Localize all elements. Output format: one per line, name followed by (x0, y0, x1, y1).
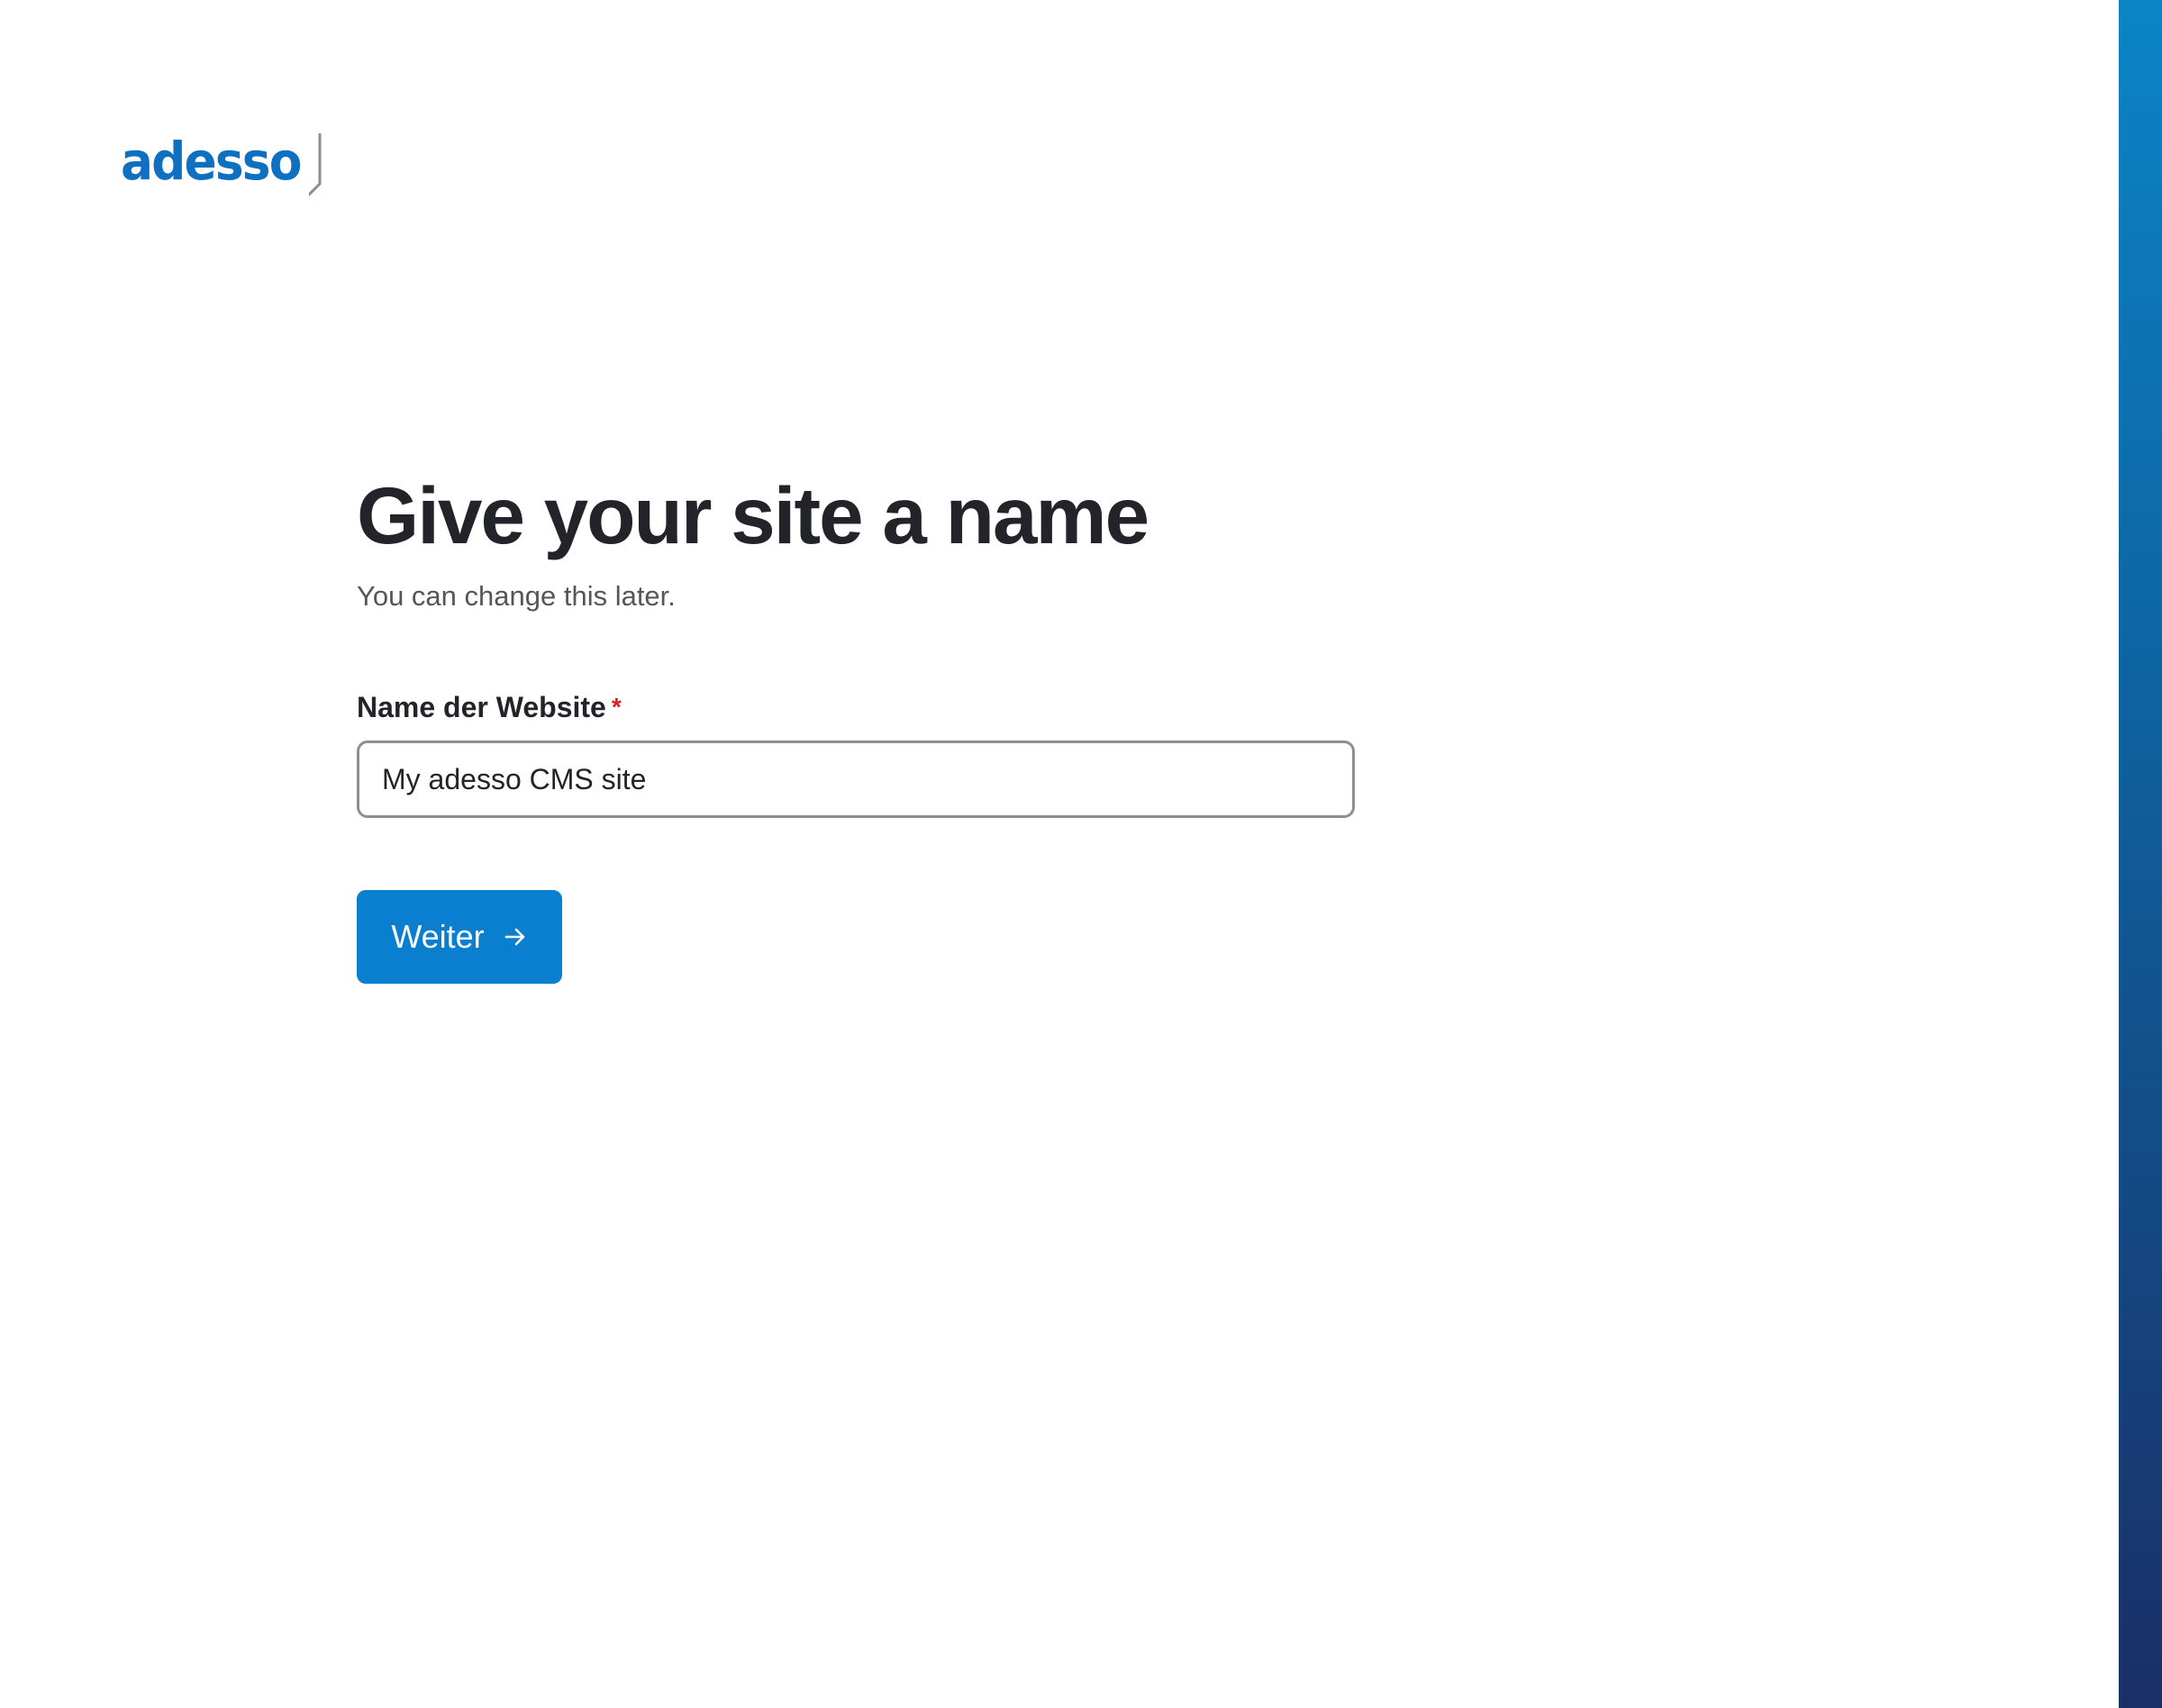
logo-bracket-icon (308, 133, 322, 197)
site-name-input[interactable] (357, 740, 1355, 818)
next-button-label: Weiter (391, 918, 485, 955)
site-name-label: Name der Website * (357, 693, 622, 722)
logo-wordmark: adesso (121, 131, 302, 192)
page: adesso Give your site a name You can cha… (0, 0, 2162, 1708)
arrow-right-icon (503, 924, 528, 949)
page-title: Give your site a name (357, 470, 1149, 560)
required-marker: * (611, 693, 622, 721)
page-subtitle: You can change this later. (357, 580, 676, 612)
site-name-label-text: Name der Website (357, 691, 606, 723)
decorative-gradient-band (2119, 0, 2162, 1708)
next-button[interactable]: Weiter (357, 890, 562, 984)
adesso-logo: adesso (121, 126, 345, 209)
